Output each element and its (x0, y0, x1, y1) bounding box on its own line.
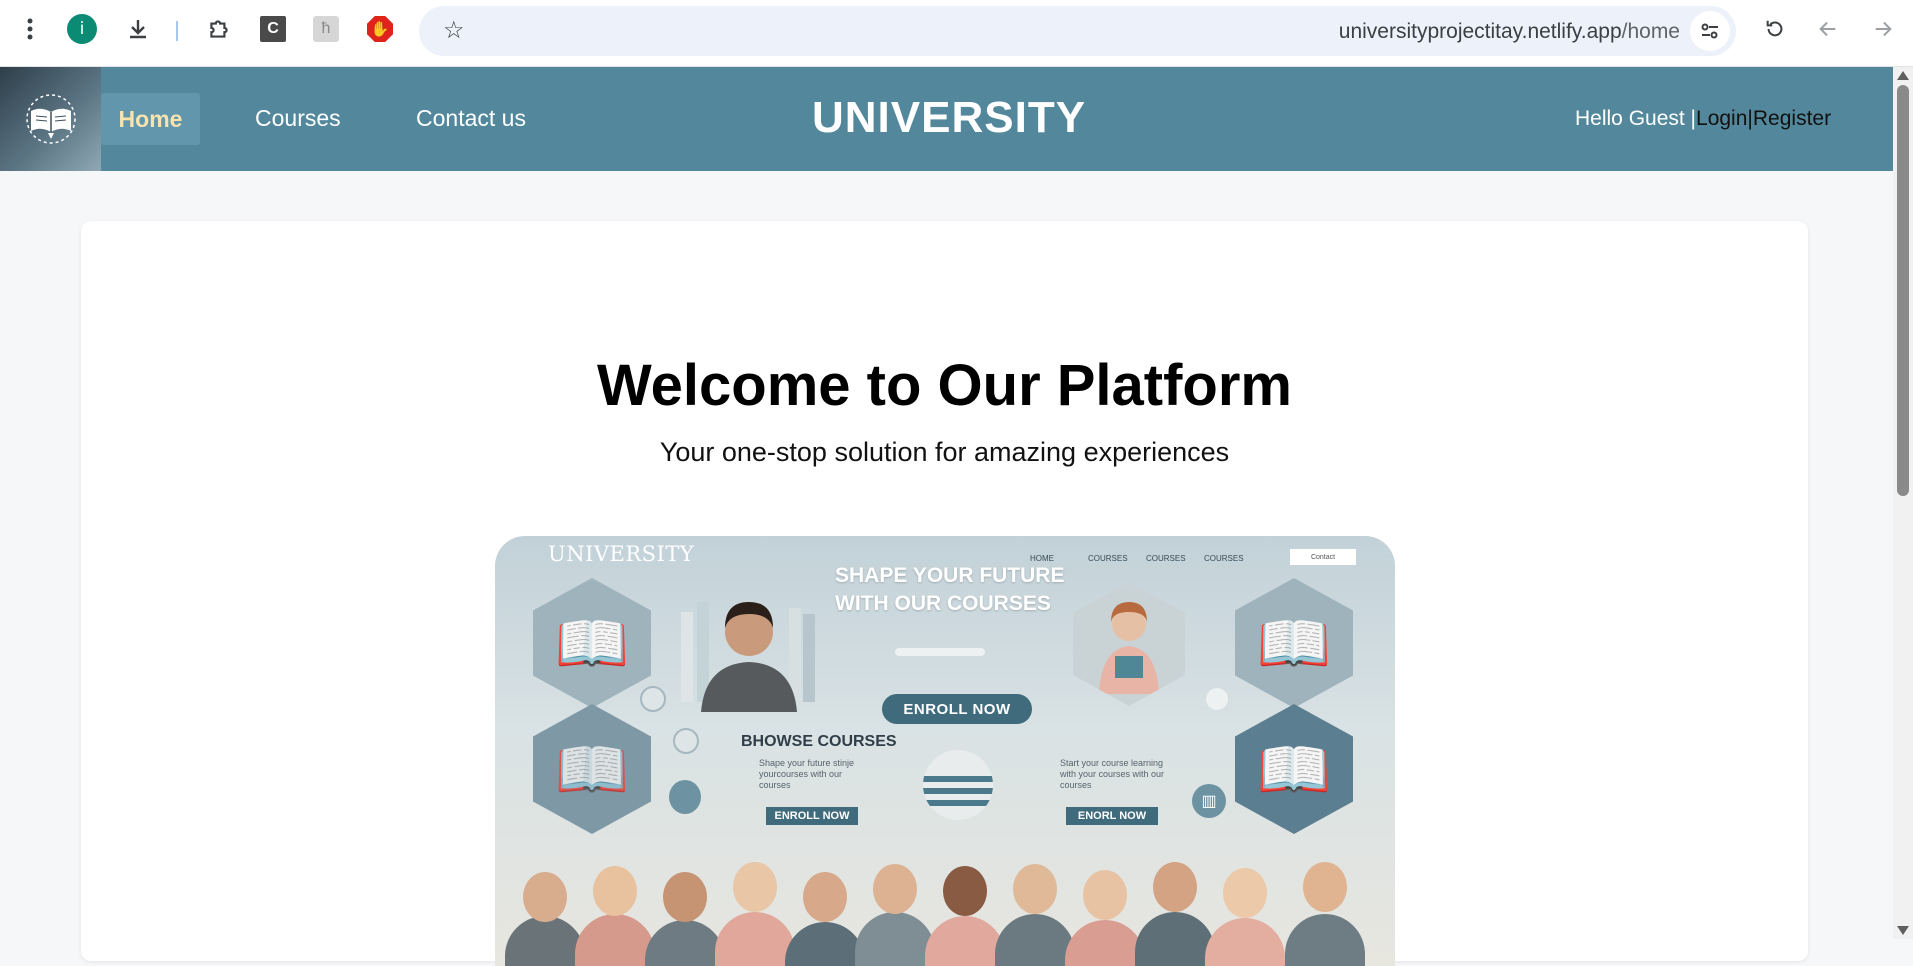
hero-image-enroll-right: ENORL NOW (1066, 807, 1158, 825)
welcome-card: Welcome to Our Platform Your one-stop so… (81, 221, 1808, 966)
hero-image-nav-item: COURSES (1204, 554, 1244, 563)
star-icon[interactable]: ☆ (443, 18, 465, 44)
page-scrollbar[interactable] (1893, 67, 1913, 939)
decorative-bar (895, 648, 985, 656)
hexagon-book-icon: 📖 (533, 578, 651, 708)
register-link[interactable]: Register (1753, 107, 1831, 130)
back-arrow-icon[interactable] (1812, 13, 1844, 45)
open-book-logo-icon (25, 94, 76, 144)
hero-image-brand: UNIVERSITY (548, 542, 695, 566)
browser-toolbar: i C ћ ✋ ☆ universityprojectitay.netlify.… (0, 0, 1913, 67)
hero-image-nav-item: COURSES (1088, 554, 1128, 563)
nav-home[interactable]: Home (101, 93, 200, 145)
toolbar-separator (176, 21, 178, 41)
headline-line: WITH OUR COURSES (835, 592, 1051, 615)
student-portrait (1073, 582, 1185, 706)
extension-i-icon[interactable]: i (66, 13, 98, 45)
student-portrait (671, 592, 821, 712)
forward-arrow-icon[interactable] (1867, 13, 1899, 45)
decorative-circle-icon (640, 686, 666, 712)
hero-image-headline: SHAPE YOUR FUTURE WITH OUR COURSES (835, 562, 1064, 618)
site-header: Home Courses Contact us UNIVERSITY Hello… (0, 67, 1893, 171)
striped-globe-icon (923, 750, 993, 820)
stop-hand-icon[interactable]: ✋ (364, 13, 396, 45)
hero-image-nav-item: COURSES (1146, 554, 1186, 563)
extension-c-icon[interactable]: C (257, 13, 289, 45)
tune-icon[interactable] (1690, 11, 1730, 51)
url-path: /home (1621, 20, 1680, 43)
url-host: universityprojectitay.netlify.app (1338, 20, 1622, 43)
hexagon-book-icon: 📖 (1235, 704, 1353, 834)
hexagon-book-icon: 📖 (533, 704, 651, 834)
scroll-down-icon[interactable] (1897, 926, 1909, 935)
extension-h-icon[interactable]: ћ (310, 13, 342, 45)
hero-image: UNIVERSITY HOME COURSES COURSES COURSES … (495, 536, 1395, 966)
download-icon[interactable] (122, 13, 154, 45)
students-crowd (495, 836, 1395, 966)
user-area: Hello Guest |Login|Register (1575, 107, 1831, 131)
greeting-text: Hello Guest | (1575, 107, 1697, 130)
site-brand: UNIVERSITY (812, 93, 1087, 142)
url-text[interactable]: universityprojectitay.netlify.app/home (1339, 20, 1680, 44)
scroll-thumb[interactable] (1897, 85, 1909, 496)
decorative-circle-icon (1206, 688, 1228, 710)
hero-image-browse-heading: BHOWSE COURSES (741, 733, 897, 750)
reload-icon[interactable] (1759, 13, 1791, 45)
scroll-up-icon[interactable] (1897, 71, 1909, 80)
hero-subtitle: Your one-stop solution for amazing exper… (659, 437, 1230, 467)
hero-image-enroll-button: ENROLL NOW (882, 694, 1032, 724)
address-bar[interactable]: ☆ universityprojectitay.netlify.app/home (419, 6, 1736, 56)
hero-image-right-text: Start your course learning with your cou… (1060, 758, 1165, 790)
lock-icon (669, 780, 701, 814)
nav-courses[interactable]: Courses (255, 105, 341, 132)
login-link[interactable]: Login (1696, 107, 1747, 130)
hexagon-book-icon: 📖 (1235, 578, 1353, 708)
puzzle-icon[interactable] (203, 13, 235, 45)
more-vert-icon[interactable] (14, 13, 46, 45)
headline-line: SHAPE YOUR FUTURE (835, 564, 1065, 587)
decorative-circle-icon (673, 728, 699, 754)
hero-image-left-text: Shape your future stinje yourcourses wit… (759, 758, 855, 790)
nav-contact-us[interactable]: Contact us (416, 105, 526, 132)
hero-image-contact-button: Contact (1290, 549, 1356, 565)
hero-image-enroll-left: ENROLL NOW (766, 807, 858, 825)
site-logo[interactable] (0, 67, 101, 171)
library-icon: ▥ (1192, 784, 1226, 818)
hero-title: Welcome to Our Platform (596, 353, 1293, 418)
